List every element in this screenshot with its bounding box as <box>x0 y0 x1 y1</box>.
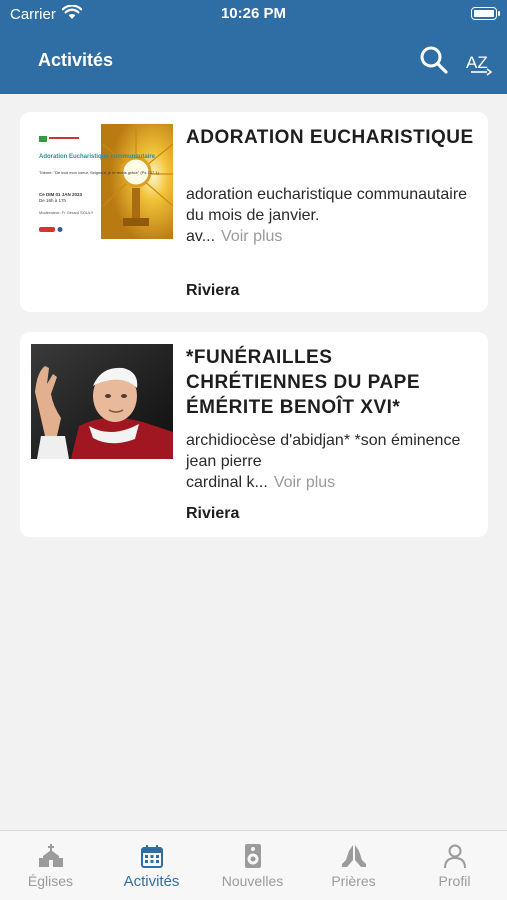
activity-description: archidiocèse d'abidjan* *son éminence je… <box>186 430 476 493</box>
search-icon <box>420 46 448 74</box>
church-icon <box>39 844 63 867</box>
search-button[interactable] <box>418 44 450 76</box>
tab-nouvelles[interactable]: Nouvelles <box>202 831 303 900</box>
sort-az-label: AZ <box>466 53 488 72</box>
tab-label: Prières <box>331 873 376 889</box>
status-time: 10:26 PM <box>220 5 287 22</box>
description-text: adoration eucharistique communautaire du… <box>186 186 468 224</box>
voir-plus-link[interactable]: Voir plus <box>221 228 282 245</box>
tab-label: Églises <box>27 873 74 889</box>
tab-label: Profil <box>438 873 471 889</box>
description-text: archidiocèse d'abidjan* *son éminence je… <box>186 432 461 470</box>
tab-bar: Églises Activités Nouvelles Prières Prof… <box>0 830 507 900</box>
activity-thumbnail: Adoration Eucharistique communautaire Th… <box>31 124 173 239</box>
battery-icon <box>471 7 500 20</box>
poster-heading: Adoration Eucharistique communautaire <box>39 154 156 160</box>
activity-location: Riviera <box>186 505 240 522</box>
praying-hands-icon <box>342 845 366 867</box>
activity-title: ADORATION EUCHARISTIQUE <box>186 127 474 148</box>
status-bar: Carrier 10:26 PM <box>0 0 507 30</box>
description-tail: cardinal k... <box>186 474 268 491</box>
activity-card[interactable]: *FUNÉRAILLES CHRÉTIENNES DU PAPE ÉMÉRITE… <box>20 332 488 537</box>
sort-az-button[interactable]: AZ <box>465 46 495 76</box>
activity-thumbnail <box>31 344 173 459</box>
tab-label: Nouvelles <box>221 873 284 889</box>
poster-theme: Thème: "De tout mon coeur, Seigneur, je … <box>39 170 159 175</box>
activity-description: adoration eucharistique communautaire du… <box>186 184 476 247</box>
calendar-icon <box>141 845 163 868</box>
tab-label: Activités <box>123 873 180 890</box>
description-tail: av... <box>186 228 216 245</box>
poster-time: De 16h à 17h <box>39 198 67 203</box>
sort-az-icon: AZ <box>466 53 493 76</box>
activity-title: *FUNÉRAILLES CHRÉTIENNES DU PAPE ÉMÉRITE… <box>186 347 421 418</box>
tab-prieres[interactable]: Prières <box>303 831 404 900</box>
voir-plus-link[interactable]: Voir plus <box>274 474 335 491</box>
page-title: Activités <box>38 50 114 70</box>
speaker-icon <box>245 844 261 868</box>
tab-activites[interactable]: Activités <box>101 831 202 900</box>
app-header: Carrier 10:26 PM Activités AZ <box>0 0 507 94</box>
tab-eglises[interactable]: Églises <box>0 831 101 900</box>
poster-moderator: Modérateur: Fr Gérard SOULY <box>39 210 94 215</box>
activity-location: Riviera <box>186 282 240 299</box>
activity-card[interactable]: Adoration Eucharistique communautaire Th… <box>20 112 488 312</box>
tab-profil[interactable]: Profil <box>404 831 505 900</box>
poster-date: Ce DIM 01 JAN 2023 <box>39 192 83 197</box>
person-icon <box>444 844 466 869</box>
